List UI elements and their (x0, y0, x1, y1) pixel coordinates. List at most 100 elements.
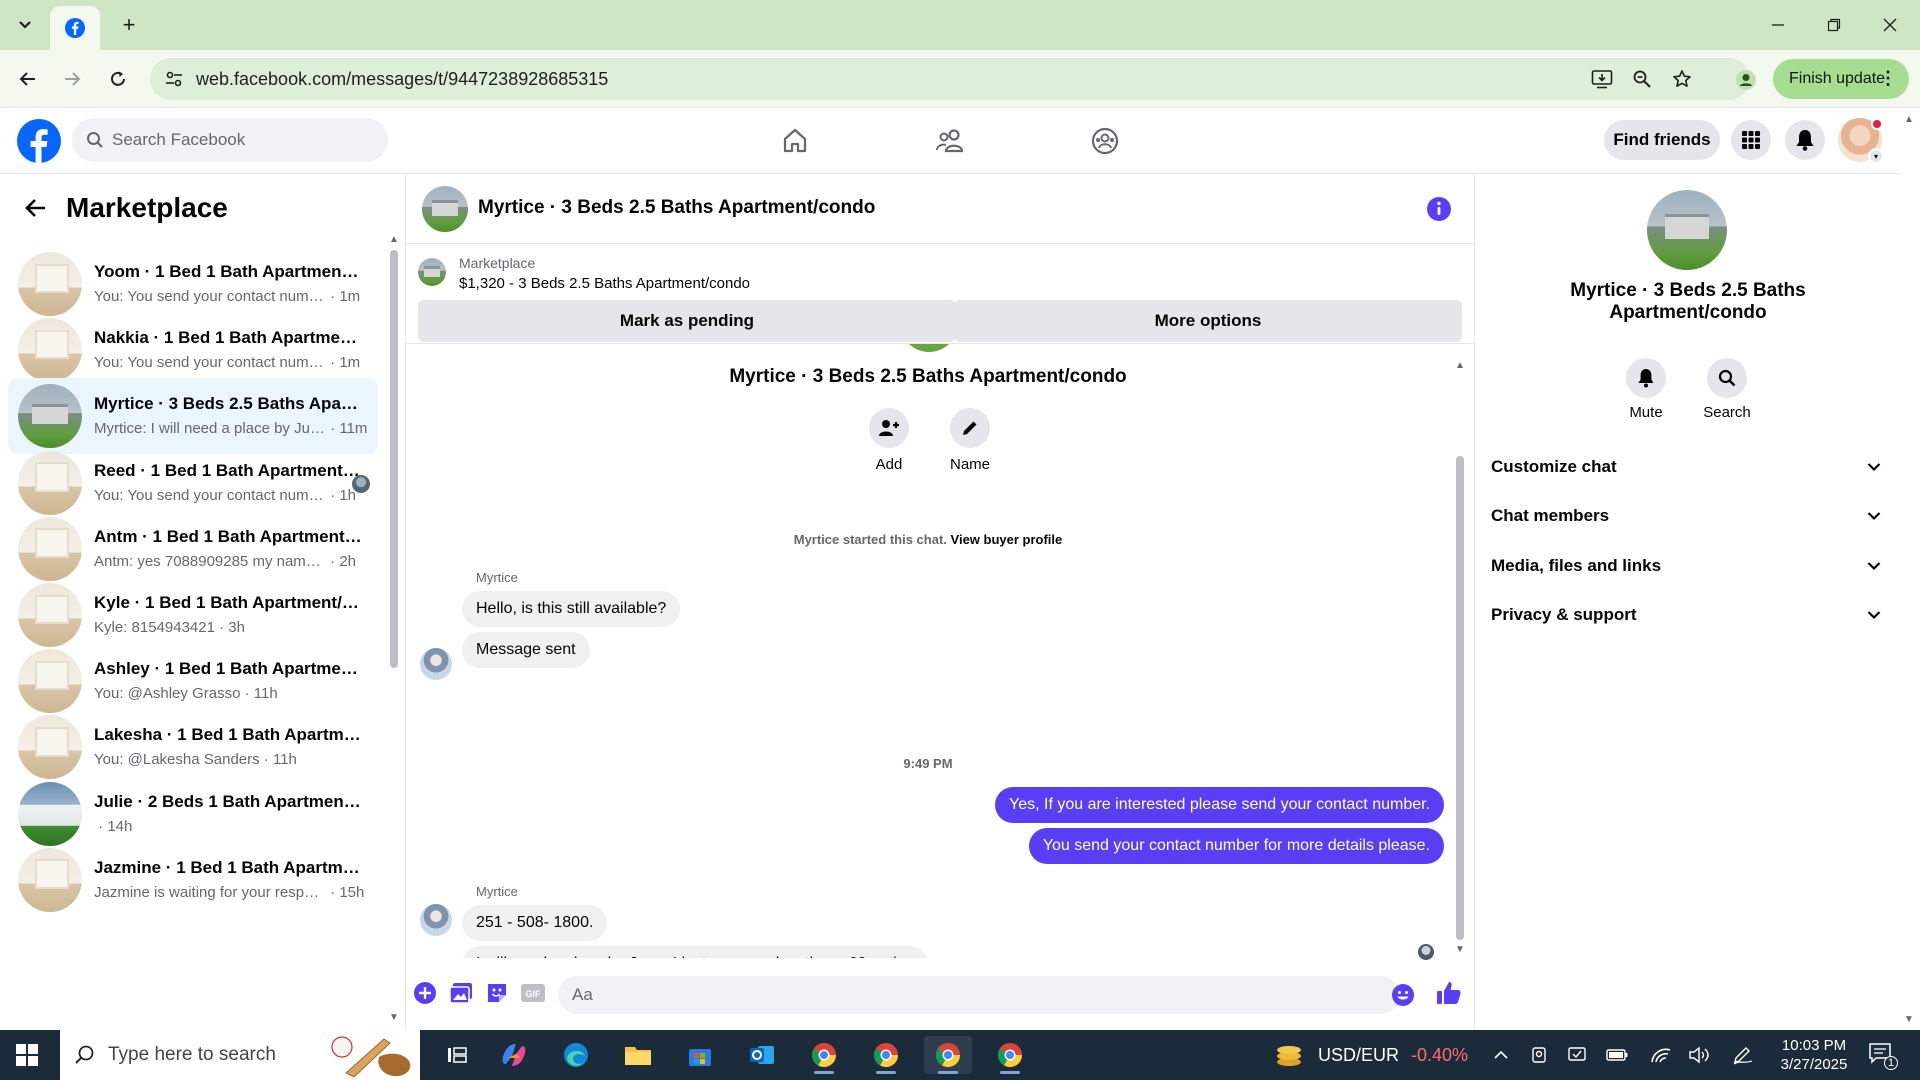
file-explorer-app[interactable] (614, 1036, 662, 1074)
back-button[interactable] (12, 63, 44, 95)
customize-chat-section[interactable]: Customize chat (1491, 447, 1891, 487)
taskbar-search-box[interactable] (60, 1030, 420, 1080)
facebook-search-input[interactable] (112, 118, 372, 162)
message-input[interactable] (558, 976, 1400, 1014)
task-view-button[interactable] (433, 1036, 481, 1074)
page-scroll-down-arrow-icon[interactable]: ▼ (1904, 1014, 1914, 1025)
finish-update-button[interactable]: Finish update ⋮ (1773, 59, 1909, 99)
message-incoming[interactable]: Hello, is this still available? (462, 591, 681, 627)
name-button[interactable]: Name (935, 408, 1005, 473)
address-bar[interactable]: web.facebook.com/messages/t/944723892868… (150, 58, 1750, 100)
network-tray-icon[interactable] (1648, 1043, 1674, 1067)
privacy-support-section[interactable]: Privacy & support (1491, 595, 1891, 635)
chat-title[interactable]: Myrtice · 3 Beds 2.5 Baths Apartment/con… (478, 197, 875, 219)
chrome-app-1[interactable] (800, 1036, 848, 1074)
conversation-item[interactable]: Yoom · 1 Bed 1 Bath Apartment/condo You: … (8, 246, 378, 322)
outlook-app[interactable] (738, 1036, 786, 1074)
find-friends-button[interactable]: Find friends (1604, 120, 1720, 160)
conversation-item[interactable]: Lakesha · 1 Bed 1 Bath Apartment/condo Yo… (8, 709, 378, 785)
chat-scrollbar[interactable] (1456, 456, 1464, 940)
browser-tab-facebook[interactable] (50, 6, 100, 50)
gif-icon[interactable]: GIF (520, 980, 546, 1006)
reload-button[interactable] (102, 63, 134, 95)
message-incoming[interactable]: Message sent (462, 632, 590, 668)
tab-search-button[interactable] (10, 12, 40, 38)
conversation-item[interactable]: Reed · 1 Bed 1 Bath Apartment/condo You: … (8, 445, 378, 521)
battery-tray-icon[interactable] (1604, 1043, 1630, 1067)
more-options-button[interactable]: More options (954, 300, 1462, 342)
scroll-down-arrow-icon[interactable]: ▼ (389, 1012, 399, 1023)
sender-avatar[interactable] (420, 648, 452, 680)
account-avatar[interactable]: ▾ (1838, 118, 1884, 164)
page-scroll-up-arrow-icon[interactable]: ▲ (1904, 114, 1914, 125)
message-incoming[interactable]: I will need a place by June. I just gave… (462, 946, 928, 958)
conversation-item[interactable]: Ashley · 1 Bed 1 Bath Apartment/condo You… (8, 643, 378, 719)
view-buyer-profile-link[interactable]: View buyer profile (951, 532, 1063, 547)
mute-button[interactable]: Mute (1611, 358, 1681, 421)
sidebar-scrollbar[interactable] (390, 250, 398, 668)
chrome-app-3-active[interactable] (924, 1036, 972, 1074)
message-incoming[interactable]: 251 - 508- 1800. (462, 905, 608, 941)
thumbs-up-icon[interactable] (1436, 980, 1462, 1006)
url-text[interactable]: web.facebook.com/messages/t/944723892868… (196, 69, 608, 90)
nav-home[interactable] (740, 118, 850, 164)
scroll-up-arrow-icon[interactable]: ▲ (389, 234, 399, 245)
conversation-item[interactable]: Julie · 2 Beds 1 Bath Apartment/condo · … (8, 776, 378, 852)
message-outgoing[interactable]: Yes, If you are interested please send y… (995, 787, 1444, 823)
new-tab-button[interactable]: + (114, 10, 144, 40)
listing-thumbnail[interactable] (418, 258, 446, 286)
currency-ticker-widget[interactable]: USD/EUR -0.40% (1274, 1040, 1468, 1070)
windows-start-button[interactable] (16, 1044, 38, 1066)
facebook-search-box[interactable] (72, 118, 388, 162)
facebook-logo[interactable] (16, 118, 62, 164)
notification-center-button[interactable]: 1 (1868, 1042, 1898, 1070)
search-in-conversation-button[interactable]: Search (1692, 358, 1762, 421)
message-outgoing[interactable]: You send your contact number for more de… (1028, 828, 1444, 864)
info-icon[interactable] (1426, 196, 1452, 222)
restore-button[interactable] (1806, 6, 1862, 44)
close-window-button[interactable] (1862, 6, 1918, 44)
sender-avatar[interactable] (420, 904, 452, 936)
meet-tray-icon[interactable] (1526, 1043, 1552, 1067)
chrome-app-2[interactable] (862, 1036, 910, 1074)
taskbar-clock[interactable]: 10:03 PM 3/27/2025 (1774, 1036, 1854, 1074)
add-button[interactable]: Add (854, 408, 924, 473)
volume-tray-icon[interactable] (1686, 1043, 1712, 1067)
chrome-app-4[interactable] (986, 1036, 1034, 1074)
install-app-icon[interactable] (1590, 68, 1614, 90)
show-hidden-icons-button[interactable] (1488, 1043, 1514, 1067)
conversation-item[interactable]: Myrtice · 3 Beds 2.5 Baths Apartment/con… (8, 378, 378, 455)
edge-app[interactable] (552, 1036, 600, 1074)
sticker-icon[interactable] (484, 980, 510, 1006)
site-settings-icon[interactable] (164, 69, 184, 94)
mark-as-pending-button[interactable]: Mark as pending (418, 300, 956, 342)
pen-tray-icon[interactable] (1730, 1043, 1756, 1067)
nav-groups[interactable] (1050, 118, 1160, 164)
nav-friends[interactable] (895, 118, 1005, 164)
notifications-button[interactable] (1785, 120, 1825, 160)
conversation-item[interactable]: Jazmine · 1 Bed 1 Bath Apartment/condo Ja… (8, 842, 378, 918)
minimize-button[interactable] (1750, 6, 1806, 44)
conversation-item[interactable]: Antm · 1 Bed 1 Bath Apartment/condo Antm:… (8, 511, 378, 587)
microsoft-store-app[interactable] (676, 1036, 724, 1074)
conversation-item[interactable]: Kyle · 1 Bed 1 Bath Apartment/condo Kyle:… (8, 577, 378, 653)
conversation-item[interactable]: Nakkia · 1 Bed 1 Bath Apartment/condo You… (8, 312, 378, 388)
forward-button[interactable] (56, 63, 88, 95)
bookmark-star-icon[interactable] (1670, 68, 1694, 90)
media-files-links-section[interactable]: Media, files and links (1491, 546, 1891, 586)
chat-members-section[interactable]: Chat members (1491, 496, 1891, 536)
back-arrow-icon[interactable] (20, 192, 52, 224)
photo-icon[interactable] (448, 980, 474, 1006)
zoom-icon[interactable] (1630, 68, 1654, 90)
browser-profile-button[interactable] (1731, 65, 1761, 95)
emoji-icon[interactable] (1390, 982, 1416, 1008)
chat-scroll-down-arrow-icon[interactable]: ▼ (1455, 944, 1465, 955)
listing-description[interactable]: $1,320 - 3 Beds 2.5 Baths Apartment/cond… (459, 275, 750, 292)
conversation-preview: Antm: yes 7088909285 my name is... · 2h (94, 553, 364, 570)
display-tray-icon[interactable] (1564, 1043, 1590, 1067)
plus-circle-icon[interactable] (412, 980, 438, 1006)
menu-button[interactable] (1731, 120, 1771, 160)
chat-scroll-up-arrow-icon[interactable]: ▲ (1455, 360, 1465, 371)
chat-avatar[interactable] (422, 186, 468, 232)
copilot-app[interactable] (490, 1036, 538, 1074)
